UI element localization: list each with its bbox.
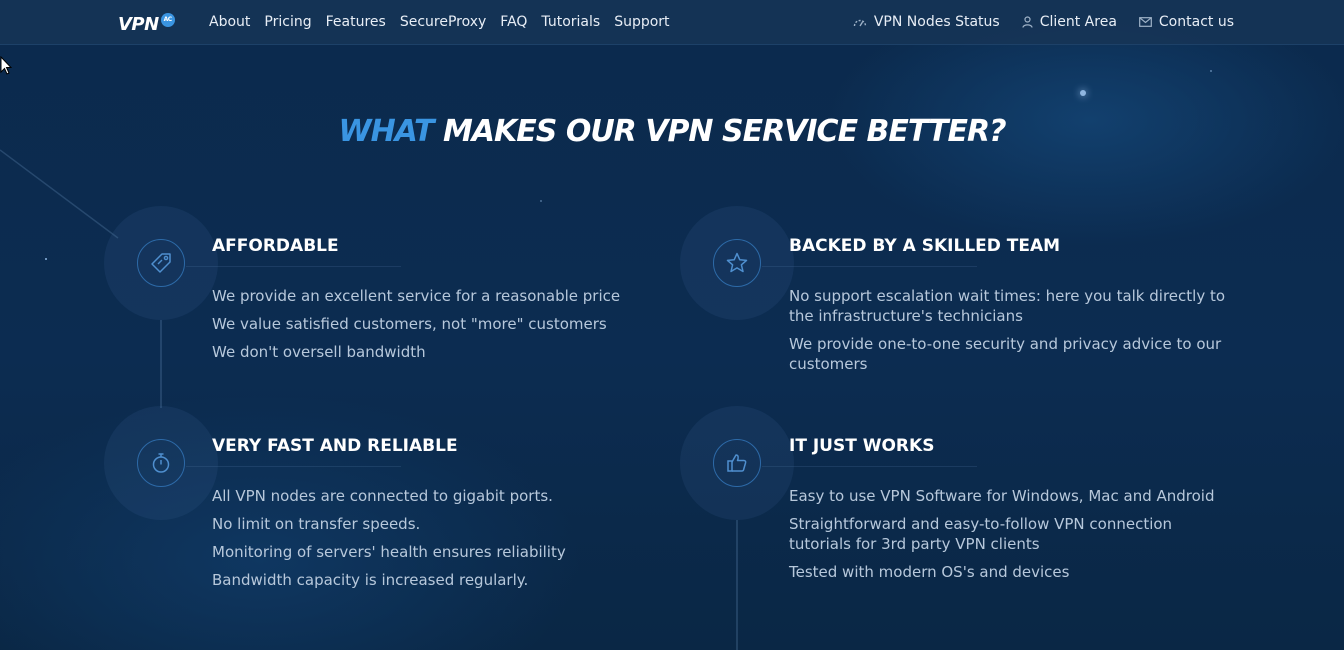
works-icon-ring	[713, 439, 761, 487]
main-nav: About Pricing Features SecureProxy FAQ T…	[209, 0, 670, 44]
nav-support-link[interactable]: Support	[614, 14, 669, 30]
title-underline	[762, 266, 977, 267]
heading-rest: MAKES OUR VPN SERVICE BETTER?	[442, 114, 1007, 149]
feature-list-just-works: Easy to use VPN Software for Windows, Ma…	[789, 486, 1229, 590]
secondary-nav: VPN Nodes Status Client Area Contact us	[853, 0, 1234, 44]
list-item: No support escalation wait times: here y…	[789, 287, 1226, 325]
feature-title-fast-reliable: VERY FAST AND RELIABLE	[212, 436, 458, 456]
network-line-decoration	[0, 149, 119, 239]
mouse-cursor-icon	[0, 56, 12, 75]
nav-faq-link[interactable]: FAQ	[500, 14, 527, 30]
list-item: No limit on transfer speeds.	[212, 515, 421, 533]
nav-features-link[interactable]: Features	[326, 14, 386, 30]
list-item: All VPN nodes are connected to gigabit p…	[212, 487, 553, 505]
vpn-nodes-status-link[interactable]: VPN Nodes Status	[853, 14, 1000, 30]
nav-tutorials-link[interactable]: Tutorials	[541, 14, 600, 30]
client-area-label: Client Area	[1039, 14, 1117, 30]
feature-list-fast-reliable: All VPN nodes are connected to gigabit p…	[212, 486, 652, 598]
feature-list-skilled-team: No support escalation wait times: here y…	[789, 286, 1229, 382]
client-area-link[interactable]: Client Area	[1022, 14, 1117, 30]
feature-list-affordable: We provide an excellent service for a re…	[212, 286, 652, 370]
logo-badge: AC	[160, 13, 175, 27]
list-item: Monitoring of servers' health ensures re…	[212, 543, 566, 561]
feature-title-just-works: IT JUST WORKS	[789, 436, 935, 456]
user-icon	[1022, 16, 1033, 28]
list-item: We value satisfied customers, not "more"…	[212, 315, 607, 333]
speed-icon-ring	[137, 439, 185, 487]
section-heading: WHAT MAKES OUR VPN SERVICE BETTER?	[0, 114, 1344, 149]
star-decoration	[540, 200, 542, 202]
stopwatch-icon	[152, 453, 170, 473]
page: VPN AC About Pricing Features SecureProxy…	[0, 0, 1344, 650]
list-item: We provide one-to-one security and priva…	[789, 335, 1222, 373]
team-icon-ring	[713, 239, 761, 287]
title-underline	[762, 466, 977, 467]
connector-line	[736, 520, 738, 650]
list-item: Straightforward and easy-to-follow VPN c…	[789, 515, 1173, 553]
list-item: Bandwidth capacity is increased regularl…	[212, 571, 529, 589]
nav-about-link[interactable]: About	[209, 14, 250, 30]
list-item: We provide an excellent service for a re…	[212, 287, 621, 305]
star-decoration	[1210, 70, 1212, 72]
vpn-nodes-status-label: VPN Nodes Status	[873, 14, 1000, 30]
thumbs-up-icon	[727, 454, 747, 472]
feature-title-skilled-team: BACKED BY A SKILLED TEAM	[789, 236, 1061, 256]
title-underline	[186, 466, 401, 467]
connector-line	[160, 320, 162, 408]
price-tag-icon	[151, 253, 171, 273]
title-underline	[186, 266, 401, 267]
contact-us-label: Contact us	[1158, 14, 1234, 30]
star-decoration	[1080, 90, 1086, 96]
list-item: We don't oversell bandwidth	[212, 343, 426, 361]
list-item: Easy to use VPN Software for Windows, Ma…	[789, 487, 1215, 505]
nav-pricing-link[interactable]: Pricing	[264, 14, 311, 30]
affordable-icon-ring	[137, 239, 185, 287]
gauge-icon	[853, 19, 867, 27]
nav-secureproxy-link[interactable]: SecureProxy	[400, 14, 486, 30]
vpn-logo[interactable]: VPN AC	[118, 13, 175, 35]
logo-text: VPN	[118, 13, 159, 35]
envelope-icon	[1139, 17, 1152, 27]
list-item: Tested with modern OS's and devices	[789, 563, 1070, 581]
contact-us-link[interactable]: Contact us	[1139, 14, 1234, 30]
heading-accent: WHAT	[338, 114, 434, 149]
star-icon	[726, 252, 748, 273]
feature-title-affordable: AFFORDABLE	[212, 236, 339, 256]
star-decoration	[45, 258, 47, 260]
top-navigation-bar: VPN AC About Pricing Features SecureProxy…	[0, 0, 1344, 45]
